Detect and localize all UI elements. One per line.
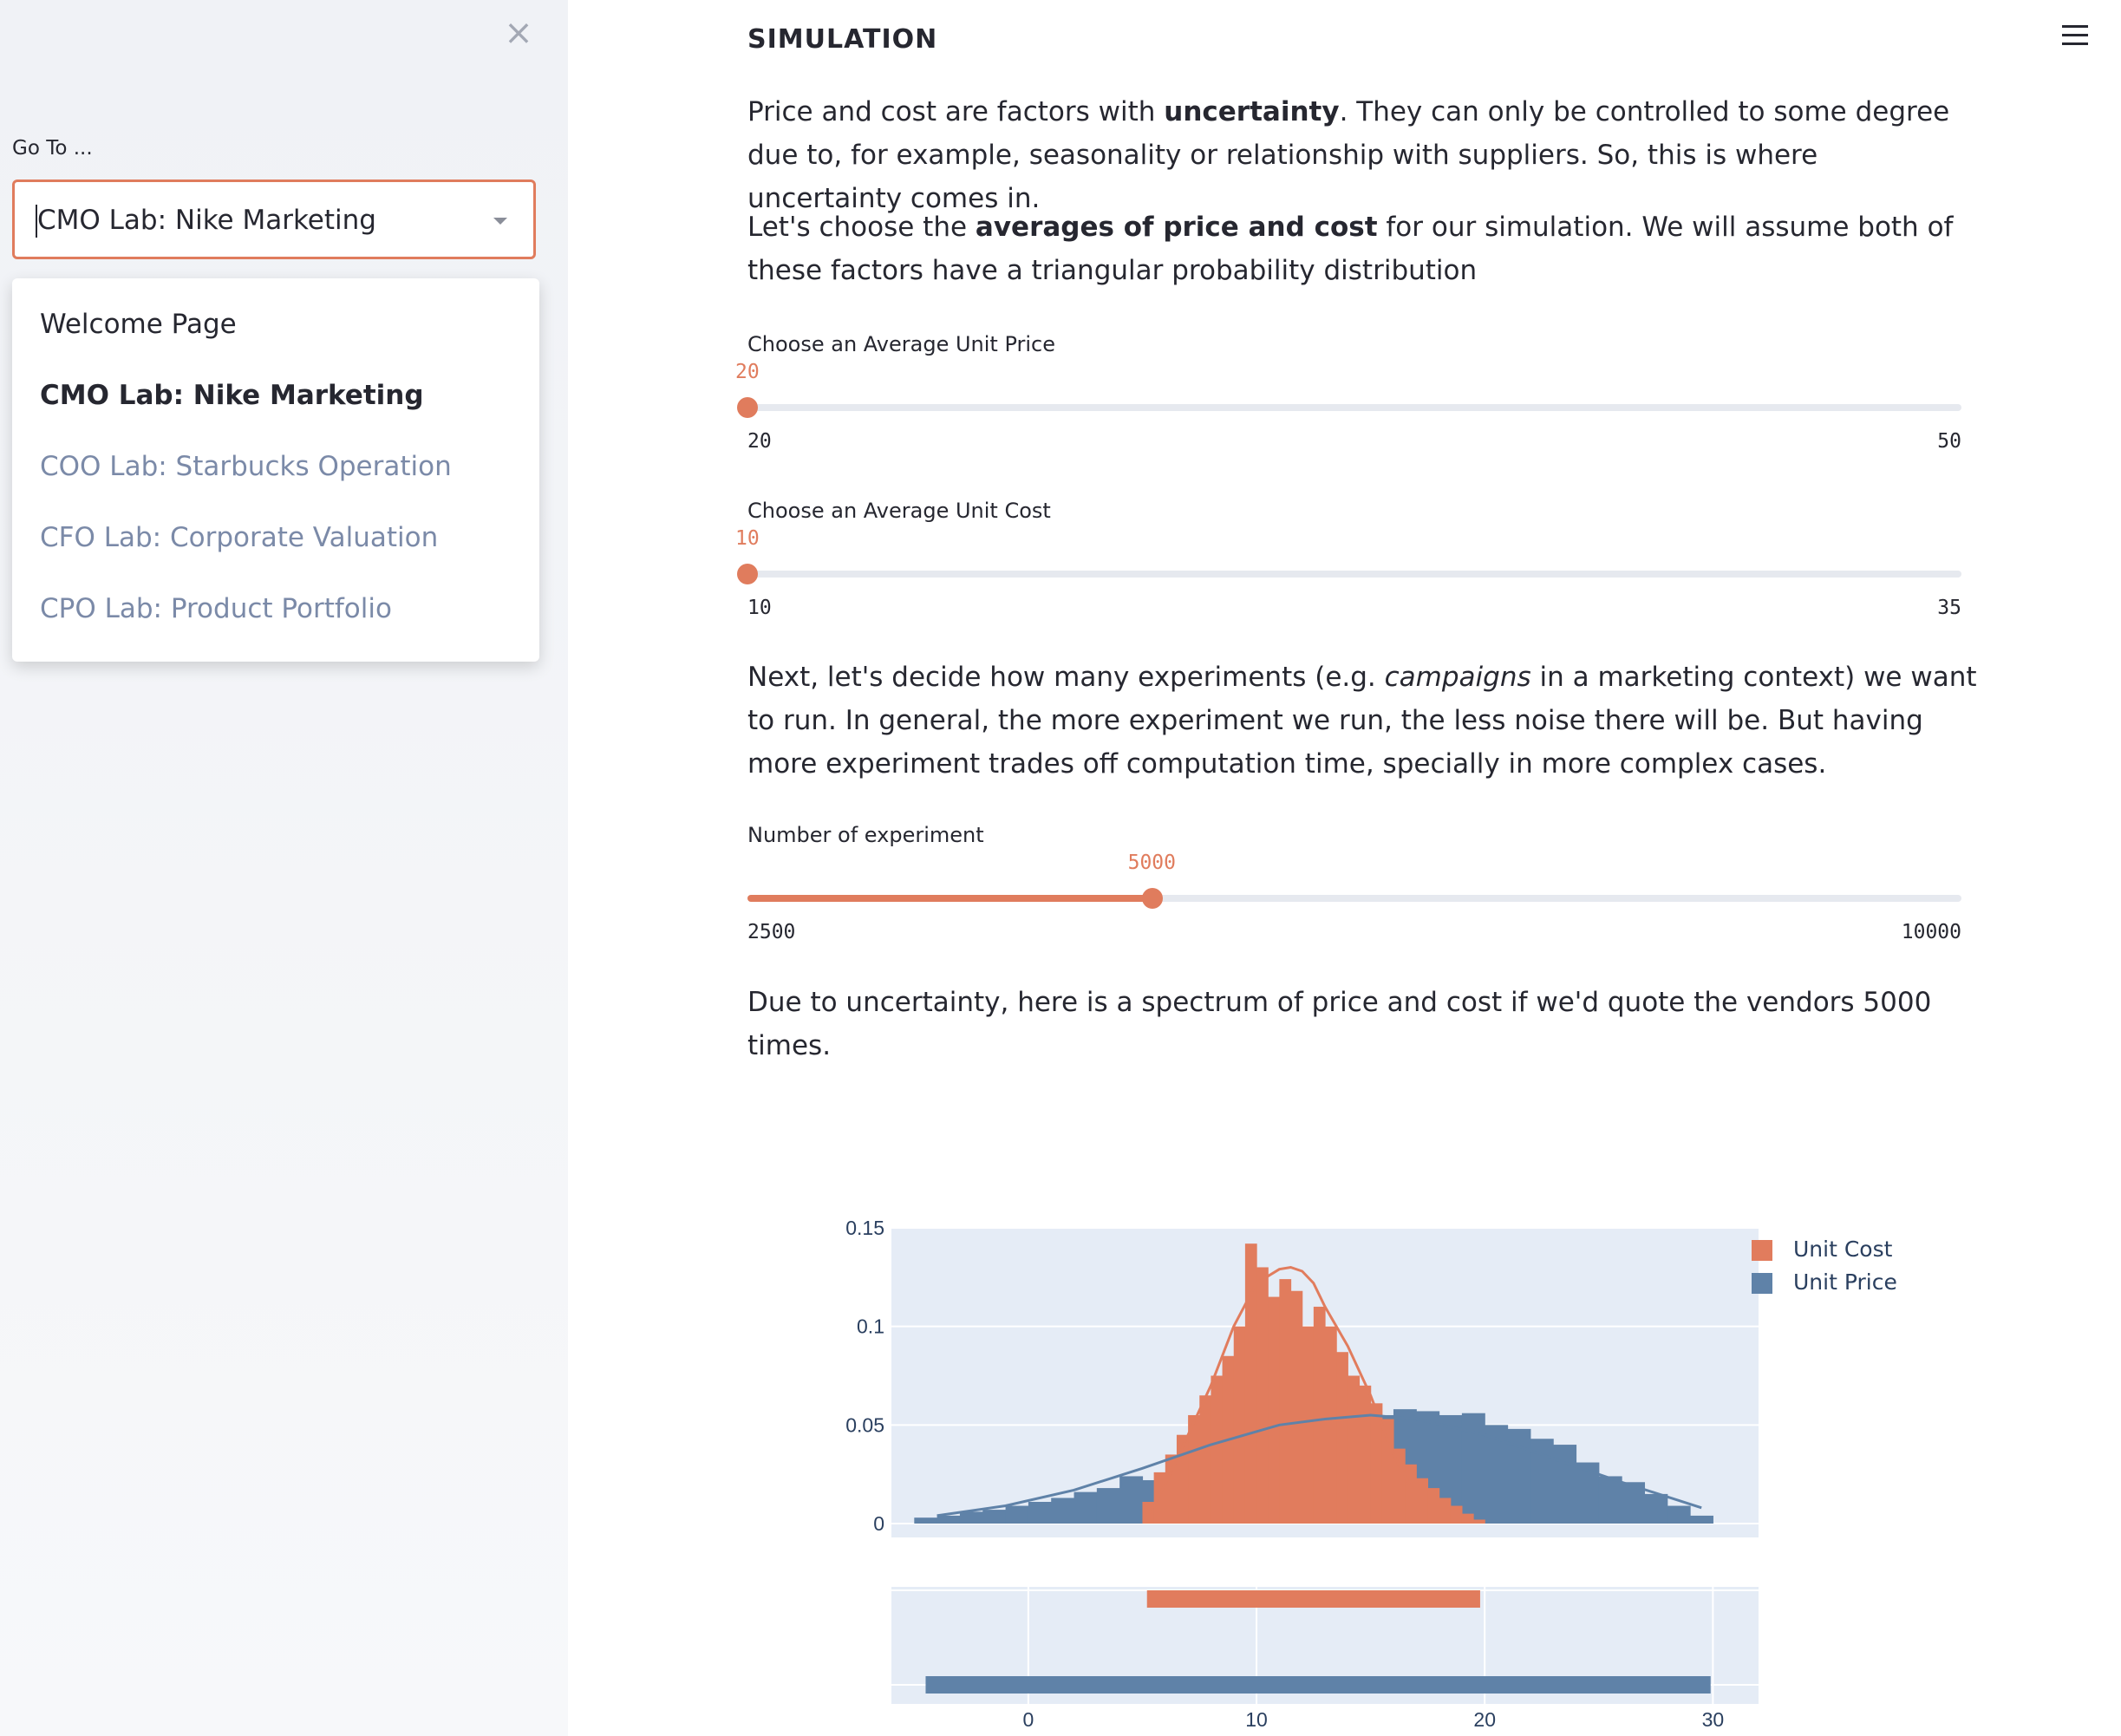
- histogram-bar: [1313, 1306, 1326, 1524]
- histogram-bar: [1644, 1493, 1668, 1524]
- histogram-bar: [1439, 1498, 1452, 1524]
- legend-item-unit-price[interactable]: Unit Price: [1752, 1269, 1897, 1295]
- histogram-bar: [1553, 1445, 1577, 1524]
- histogram-bar: [1359, 1385, 1372, 1524]
- x-tick-label: 30: [1702, 1708, 1725, 1731]
- histogram-bar: [1690, 1515, 1713, 1524]
- histogram-bar: [1290, 1290, 1303, 1524]
- histogram-bar: [1153, 1472, 1166, 1524]
- histogram-bar: [1096, 1488, 1120, 1524]
- histogram-bar: [1279, 1279, 1292, 1524]
- histogram-bar: [1450, 1505, 1463, 1524]
- histogram-bar: [959, 1511, 983, 1524]
- x-tick-label: 0: [1022, 1708, 1034, 1731]
- x-tick-label: 20: [1473, 1708, 1496, 1731]
- histogram-bar: [1199, 1395, 1212, 1524]
- histogram-bar: [1427, 1488, 1440, 1524]
- y-tick-label: 0.05: [845, 1413, 884, 1436]
- histogram-bar: [1233, 1326, 1246, 1524]
- histogram-bar: [1302, 1326, 1315, 1524]
- rug-band: [1146, 1590, 1480, 1608]
- y-tick-label: 0.1: [857, 1315, 884, 1338]
- rug-band: [925, 1676, 1711, 1694]
- histogram-bar: [937, 1515, 961, 1524]
- histogram-bar: [1473, 1519, 1485, 1524]
- histogram-bar: [1348, 1375, 1361, 1524]
- histogram-bar: [1051, 1498, 1075, 1524]
- histogram-bar: [1268, 1296, 1280, 1524]
- histogram-bar: [914, 1517, 938, 1524]
- histogram-bar: [1211, 1375, 1224, 1524]
- histogram-bar: [982, 1510, 1007, 1524]
- distribution-chart: 0 0.05 0.1 0.15 0 10 20 30: [845, 1217, 1759, 1731]
- histogram-bar: [1381, 1419, 1394, 1524]
- y-tick-label: 0.15: [845, 1217, 884, 1239]
- histogram-bar: [1336, 1352, 1348, 1524]
- histogram-bar: [1119, 1476, 1144, 1524]
- histogram-bar: [1028, 1501, 1052, 1524]
- histogram-bar: [1416, 1478, 1429, 1524]
- histogram-bar: [1325, 1326, 1337, 1524]
- histogram-bar: [1667, 1505, 1691, 1524]
- histogram-bar: [1598, 1476, 1622, 1524]
- y-tick-label: 0: [873, 1512, 884, 1535]
- histogram-bar: [1074, 1491, 1098, 1524]
- legend-swatch-unit-price: [1752, 1273, 1772, 1294]
- histogram-bar: [1461, 1513, 1474, 1524]
- histogram-bar: [1256, 1267, 1269, 1524]
- x-tick-label: 10: [1245, 1708, 1268, 1731]
- legend-swatch-unit-cost: [1752, 1240, 1772, 1261]
- histogram-bar: [1005, 1505, 1029, 1524]
- legend-item-unit-cost[interactable]: Unit Cost: [1752, 1237, 1892, 1262]
- histogram-bar: [1405, 1464, 1417, 1524]
